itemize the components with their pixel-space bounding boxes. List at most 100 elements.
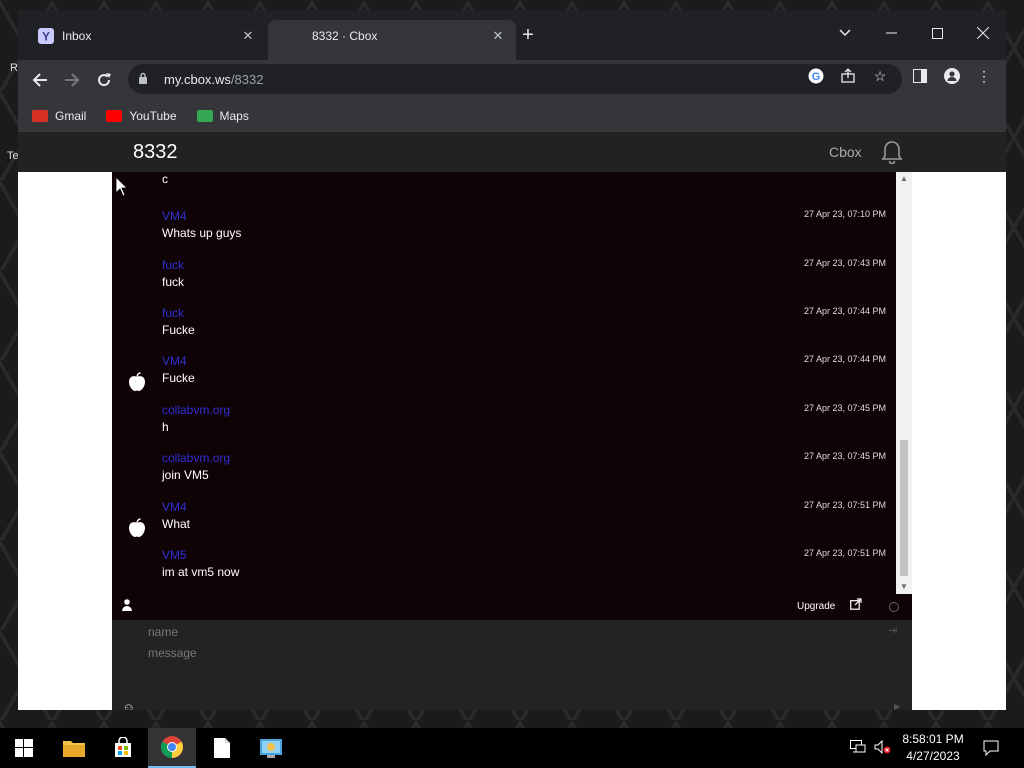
bookmark-label: Maps (219, 108, 249, 123)
reload-button[interactable] (92, 68, 116, 92)
maximize-button[interactable] (914, 18, 960, 48)
cbox-brand-link[interactable]: Cbox (829, 144, 862, 160)
browser-toolbar: my.cbox.ws/8332 G ☆ ⋮ (18, 60, 1006, 100)
message-author[interactable]: collabvm.org (162, 403, 230, 417)
message-timestamp: 27 Apr 23, 07:44 PM (803, 354, 886, 364)
windows-start-icon[interactable] (0, 728, 48, 768)
user-icon[interactable] (122, 599, 132, 614)
message-text: c (162, 172, 168, 186)
scroll-down-arrow[interactable]: ▼ (896, 580, 912, 594)
message-author[interactable]: collabvm.org (162, 451, 230, 465)
desktop-fragment: R (10, 62, 18, 74)
youtube-icon (106, 109, 123, 122)
bookmark-label: Gmail (55, 108, 87, 123)
close-window-button[interactable] (960, 18, 1006, 48)
close-tab-icon[interactable]: ✕ (490, 28, 506, 44)
message-timestamp: 27 Apr 23, 07:51 PM (803, 500, 886, 510)
url-host: my.cbox.ws (164, 71, 231, 87)
scroll-up-arrow[interactable]: ▲ (896, 172, 912, 186)
tab-search-icon[interactable] (822, 18, 868, 48)
message-list[interactable]: c VM4 27 Apr 23, 07:10 PM Whats up guys … (112, 172, 896, 594)
store-icon[interactable] (99, 728, 147, 768)
apple-icon (126, 517, 148, 539)
message-author[interactable]: VM5 (162, 548, 187, 562)
cbox-header: 8332 Cbox (18, 132, 1006, 172)
message-text: Whats up guys (162, 226, 242, 240)
name-input[interactable] (148, 624, 848, 640)
close-tab-icon[interactable]: ✕ (240, 28, 256, 44)
chat-message: collabvm.org 27 Apr 23, 07:45 PM h (112, 400, 896, 448)
message-author[interactable]: fuck (162, 258, 184, 272)
message-author[interactable]: fuck (162, 306, 184, 320)
desktop-fragment: Te (7, 150, 19, 162)
taskbar: 8:58:01 PM 4/27/2023 (0, 728, 1024, 768)
message-timestamp: 27 Apr 23, 07:44 PM (803, 306, 886, 316)
message-text: fuck (162, 275, 185, 289)
message-input[interactable] (148, 646, 848, 706)
scrollbar-thumb[interactable] (900, 440, 908, 576)
tab-strip: Y Inbox ✕ 8332 · Cbox ✕ + (18, 10, 1006, 60)
lock-icon[interactable] (138, 72, 154, 87)
bookmark-maps[interactable]: Maps (196, 108, 249, 123)
chrome-taskbar-icon[interactable] (148, 728, 196, 768)
chat-box: c VM4 27 Apr 23, 07:10 PM Whats up guys … (112, 172, 912, 710)
profile-icon[interactable] (943, 67, 961, 85)
tab-inbox[interactable]: Y Inbox ✕ (18, 20, 266, 52)
forward-button[interactable] (60, 68, 84, 92)
yahoo-mail-icon: Y (38, 28, 54, 44)
maps-icon (196, 109, 213, 122)
chat-message: fuck 27 Apr 23, 07:43 PM fuck (112, 255, 896, 303)
bell-icon[interactable] (880, 140, 904, 165)
bookmark-gmail[interactable]: Gmail (32, 109, 86, 123)
address-bar[interactable]: my.cbox.ws/8332 (128, 64, 902, 94)
send-arrow-icon[interactable]: ▶ (894, 702, 900, 710)
chat-message: c (112, 172, 896, 200)
document-icon[interactable] (198, 728, 246, 768)
message-text: What (162, 517, 191, 531)
message-author[interactable]: VM4 (162, 354, 187, 368)
login-icon[interactable]: ⇥ (888, 624, 897, 637)
chat-message: VM4 27 Apr 23, 07:51 PM What (112, 497, 896, 545)
back-button[interactable] (28, 68, 52, 92)
action-center-icon[interactable] (983, 740, 999, 759)
message-scrollbar[interactable]: ▲ ▼ (896, 172, 912, 594)
message-author[interactable]: VM4 (162, 209, 187, 223)
message-text: h (162, 420, 169, 434)
web-page: 8332 Cbox c VM4 27 Apr 23, 07:10 PM What… (18, 132, 1006, 710)
browser-window: Y Inbox ✕ 8332 · Cbox ✕ + my.cbox.ws /83… (18, 10, 1006, 710)
file-explorer-icon[interactable] (50, 728, 98, 768)
side-panel-icon[interactable] (911, 67, 929, 85)
google-icon[interactable]: G (807, 67, 825, 85)
upgrade-link[interactable]: Upgrade (797, 601, 835, 612)
svg-text:G: G (812, 71, 821, 83)
chat-message: fuck 27 Apr 23, 07:44 PM Fucke (112, 303, 896, 351)
page-title: 8332 (133, 141, 178, 163)
chat-message: VM5 27 Apr 23, 07:51 PM im at vm5 now (112, 545, 896, 593)
url-path: /8332 (230, 71, 264, 87)
message-timestamp: 27 Apr 23, 07:43 PM (803, 258, 886, 268)
chat-toolbar: Upgrade (112, 594, 912, 620)
share-icon[interactable] (839, 67, 857, 85)
chat-message: collabvm.org 27 Apr 23, 07:45 PM join VM… (112, 448, 896, 496)
new-tab-button[interactable]: + (516, 24, 540, 48)
tab-title: 8332 · Cbox (312, 29, 378, 43)
control-panel-icon[interactable] (247, 728, 295, 768)
bookmark-youtube[interactable]: YouTube (106, 109, 177, 123)
message-timestamp: 27 Apr 23, 07:10 PM (803, 209, 886, 219)
bookmark-star-icon[interactable]: ☆ (871, 67, 889, 85)
taskbar-clock[interactable]: 8:58:01 PM 4/27/2023 (893, 731, 973, 765)
popout-icon[interactable] (850, 598, 862, 613)
emoji-icon[interactable]: ☺ (122, 700, 135, 710)
network-icon[interactable] (850, 740, 866, 757)
message-timestamp: 27 Apr 23, 07:45 PM (803, 403, 886, 413)
tab-title: Inbox (62, 29, 92, 43)
tab-cbox[interactable]: 8332 · Cbox ✕ (268, 20, 516, 60)
clock-time: 8:58:01 PM (902, 732, 964, 746)
gmail-icon (32, 109, 48, 122)
message-timestamp: 27 Apr 23, 07:45 PM (803, 451, 886, 461)
message-author[interactable]: VM4 (162, 500, 187, 514)
menu-kebab-icon[interactable]: ⋮ (975, 67, 993, 85)
minimize-button[interactable] (868, 18, 914, 48)
message-text: join VM5 (162, 468, 209, 482)
volume-muted-icon[interactable] (874, 739, 892, 757)
